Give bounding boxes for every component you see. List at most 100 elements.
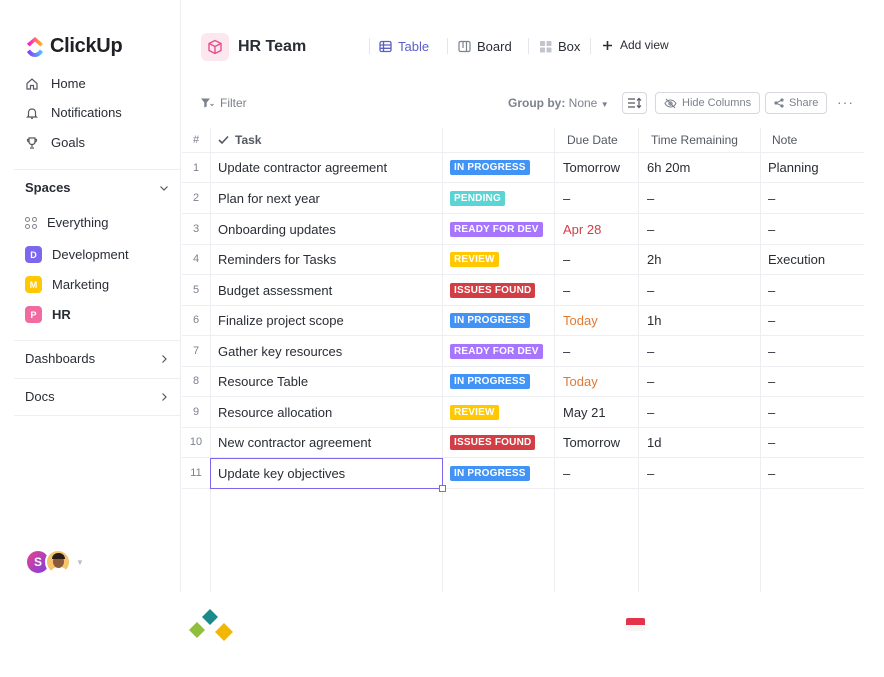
column-header-due-date[interactable]: Due Date — [567, 128, 637, 152]
tab-board[interactable]: Board — [458, 39, 512, 54]
sidebar-item-development[interactable]: D Development — [25, 246, 129, 263]
column-header-status[interactable] — [450, 128, 550, 152]
due-date-cell[interactable]: May 21 — [563, 397, 636, 427]
filter-button[interactable]: Filter — [200, 96, 247, 110]
column-header-time-remaining[interactable]: Time Remaining — [651, 128, 756, 152]
user-menu[interactable]: S ▼ — [25, 549, 84, 575]
status-cell[interactable]: IN PROGRESS — [450, 458, 552, 488]
note-cell[interactable]: – — [768, 427, 860, 457]
note-cell[interactable]: – — [768, 366, 860, 396]
sidebar-item-hr[interactable]: P HR — [25, 306, 71, 323]
task-name-cell[interactable]: Budget assessment — [218, 275, 438, 305]
table-row[interactable]: 10 New contractor agreement ISSUES FOUND To… — [182, 427, 864, 458]
due-date-cell[interactable]: Today — [563, 366, 636, 396]
table-row[interactable]: 6 Finalize project scope IN PROGRESS Today 1… — [182, 305, 864, 336]
table-row[interactable]: 2 Plan for next year PENDING – – – — [182, 183, 864, 214]
selected-cell-outline — [210, 458, 443, 489]
due-date-cell[interactable]: – — [563, 183, 636, 213]
due-date-cell[interactable]: Tomorrow — [563, 427, 636, 457]
spaces-section-toggle[interactable]: Spaces — [25, 180, 170, 195]
column-header-note[interactable]: Note — [772, 128, 857, 152]
note-cell[interactable]: – — [768, 336, 860, 366]
time-remaining-cell[interactable]: 6h 20m — [647, 153, 757, 182]
task-name-cell[interactable]: Resource allocation — [218, 397, 438, 427]
time-remaining-cell[interactable]: – — [647, 275, 757, 305]
status-cell[interactable]: READY FOR DEV — [450, 214, 552, 244]
clickup-logo[interactable]: ClickUp — [25, 35, 123, 58]
tab-box[interactable]: Box — [539, 39, 580, 54]
time-remaining-cell[interactable]: – — [647, 336, 757, 366]
sidebar-item-marketing[interactable]: M Marketing — [25, 276, 109, 293]
table-row[interactable]: 8 Resource Table IN PROGRESS Today – – — [182, 366, 864, 397]
nav-goals[interactable]: Goals — [25, 135, 85, 150]
share-button[interactable]: Share — [765, 92, 828, 114]
time-remaining-cell[interactable]: – — [647, 397, 757, 427]
task-name-cell[interactable]: Update contractor agreement — [218, 153, 438, 182]
note-cell[interactable]: Execution — [768, 244, 860, 274]
time-remaining-cell[interactable]: – — [647, 366, 757, 396]
time-remaining-cell[interactable]: – — [647, 183, 757, 213]
add-view-button[interactable]: Add view — [601, 38, 669, 52]
hide-columns-button[interactable]: Hide Columns — [655, 92, 761, 114]
status-cell[interactable]: ISSUES FOUND — [450, 427, 552, 457]
filter-icon — [201, 98, 214, 108]
sidebar-item-everything[interactable]: Everything — [25, 215, 108, 230]
due-date-cell[interactable]: Tomorrow — [563, 153, 636, 182]
status-cell[interactable]: REVIEW — [450, 397, 552, 427]
table-row[interactable]: 3 Onboarding updates READY FOR DEV Apr 28– – — [182, 214, 864, 245]
nav-notifications[interactable]: Notifications — [25, 105, 122, 120]
more-options-icon[interactable]: ··· — [837, 94, 854, 110]
time-remaining-cell[interactable]: 1h — [647, 305, 757, 335]
status-cell[interactable]: IN PROGRESS — [450, 153, 552, 182]
status-cell[interactable]: READY FOR DEV — [450, 336, 552, 366]
note-cell[interactable]: – — [768, 183, 860, 213]
due-date-cell[interactable]: – — [563, 275, 636, 305]
status-cell[interactable]: REVIEW — [450, 244, 552, 274]
task-name-cell[interactable]: Gather key resources — [218, 336, 438, 366]
task-name-cell[interactable]: New contractor agreement — [218, 427, 438, 457]
status-cell[interactable]: ISSUES FOUND — [450, 275, 552, 305]
due-date-cell[interactable]: Apr 28 — [563, 214, 636, 244]
table-row[interactable]: 1 Update contractor agreement IN PROGRESS T… — [182, 153, 864, 183]
note-cell[interactable]: – — [768, 305, 860, 335]
note-cell[interactable]: – — [768, 214, 860, 244]
task-name-cell[interactable]: Plan for next year — [218, 183, 438, 213]
note-cell[interactable]: – — [768, 397, 860, 427]
task-name-cell[interactable]: Onboarding updates — [218, 214, 438, 244]
time-remaining-cell[interactable]: 1d — [647, 427, 757, 457]
due-date-cell[interactable]: – — [563, 336, 636, 366]
status-cell[interactable]: IN PROGRESS — [450, 305, 552, 335]
task-name-cell[interactable]: Resource Table — [218, 366, 438, 396]
tab-table[interactable]: Table — [379, 39, 429, 54]
docs-section-toggle[interactable]: Docs — [25, 389, 170, 404]
table-row[interactable]: 7 Gather key resources READY FOR DEV – – – — [182, 336, 864, 367]
note-cell[interactable]: Planning — [768, 153, 860, 182]
note-cell[interactable]: – — [768, 275, 860, 305]
table-row[interactable]: 5 Budget assessment ISSUES FOUND – – – — [182, 275, 864, 306]
table-row[interactable]: 4 Reminders for Tasks REVIEW –2h Execution — [182, 244, 864, 275]
row-number: 4 — [192, 253, 200, 265]
time-remaining-cell[interactable]: – — [647, 214, 757, 244]
group-by-dropdown[interactable]: Group by: None ▼ — [508, 96, 609, 110]
fill-handle[interactable] — [439, 485, 446, 492]
space-badge-hr: P — [25, 306, 42, 323]
note-cell[interactable]: – — [768, 458, 860, 488]
nav-home[interactable]: Home — [25, 76, 86, 91]
dashboards-section-toggle[interactable]: Dashboards — [25, 351, 170, 366]
due-date-cell[interactable]: – — [563, 458, 636, 488]
task-name-cell[interactable]: Finalize project scope — [218, 305, 438, 335]
table-icon — [379, 40, 392, 53]
time-remaining-cell[interactable]: – — [647, 458, 757, 488]
status-cell[interactable]: PENDING — [450, 183, 552, 213]
cube-icon — [201, 33, 229, 61]
column-header-task[interactable]: Task — [218, 128, 438, 152]
sort-columns-button[interactable] — [622, 92, 647, 114]
status-cell[interactable]: IN PROGRESS — [450, 366, 552, 396]
due-date-cell[interactable]: – — [563, 244, 636, 274]
task-name-cell[interactable]: Reminders for Tasks — [218, 244, 438, 274]
time-remaining-cell[interactable]: 2h — [647, 244, 757, 274]
space-badge-marketing: M — [25, 276, 42, 293]
due-date-cell[interactable]: Today — [563, 305, 636, 335]
status-badge: IN PROGRESS — [450, 465, 530, 481]
table-row[interactable]: 9 Resource allocation REVIEW May 21– – — [182, 397, 864, 428]
